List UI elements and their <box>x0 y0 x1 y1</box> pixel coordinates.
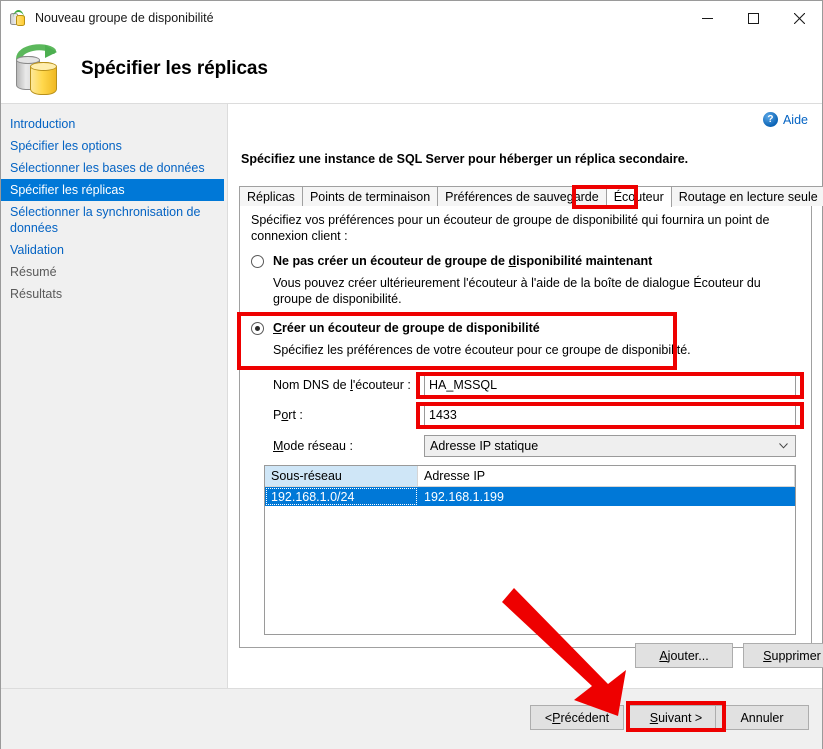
instruction-text: Spécifiez une instance de SQL Server pou… <box>241 152 688 166</box>
sidebar-item-specifier-replicas[interactable]: Spécifier les réplicas <box>1 179 224 201</box>
remove-button[interactable]: Supprimer <box>743 643 823 668</box>
add-button[interactable]: Ajouter... <box>635 643 733 668</box>
help-label: Aide <box>783 113 808 127</box>
page-header: Spécifier les réplicas <box>1 35 822 104</box>
previous-button[interactable]: < Précédent <box>530 705 624 730</box>
sidebar-item-resultats: Résultats <box>1 283 224 305</box>
table-row[interactable]: 192.168.1.0/24 192.168.1.199 <box>265 487 795 506</box>
minimize-button[interactable] <box>684 1 730 35</box>
sidebar-item-introduction[interactable]: Introduction <box>1 113 224 135</box>
wizard-footer: < Précédent Suivant > Annuler <box>1 688 822 749</box>
cell-sous-reseau: 192.168.1.0/24 <box>265 487 418 506</box>
listener-ip-table[interactable]: Sous-réseau Adresse IP 192.168.1.0/24 19… <box>264 465 796 635</box>
page-title: Spécifier les réplicas <box>81 58 268 80</box>
database-sync-icon <box>11 43 65 95</box>
sidebar-item-synchronisation-donnees[interactable]: Sélectionner la synchronisation de donné… <box>1 201 224 239</box>
network-mode-select[interactable]: Adresse IP statique <box>424 435 796 457</box>
wizard-window: Nouveau groupe de disponibilité Spécifie… <box>0 0 823 749</box>
sidebar-item-specifier-options[interactable]: Spécifier les options <box>1 135 224 157</box>
tab-strip: Réplicas Points de terminaison Préférenc… <box>239 186 812 207</box>
tab-routage-en-lecture-seule[interactable]: Routage en lecture seule <box>671 186 823 206</box>
radio-no-listener[interactable]: Ne pas créer un écouteur de groupe de di… <box>251 254 652 268</box>
title-bar: Nouveau groupe de disponibilité <box>1 1 822 35</box>
network-mode-value: Adresse IP statique <box>430 439 538 453</box>
radio-no-listener-dot <box>251 255 264 268</box>
chevron-down-icon <box>779 443 788 449</box>
maximize-button[interactable] <box>730 1 776 35</box>
sidebar-item-validation[interactable]: Validation <box>1 239 224 261</box>
help-circle-icon: ? <box>763 112 778 127</box>
port-label: Port : <box>273 408 303 422</box>
help-link[interactable]: ? Aide <box>763 112 808 127</box>
radio-create-listener-label: Créer un écouteur de groupe de disponibi… <box>273 321 540 335</box>
window-controls <box>684 1 822 35</box>
panel-description: Spécifiez vos préférences pour un écoute… <box>251 212 796 244</box>
sidebar-item-selectionner-bases[interactable]: Sélectionner les bases de données <box>1 157 224 179</box>
main-content: ? Aide Spécifiez une instance de SQL Ser… <box>229 104 822 688</box>
column-header-adresse-ip[interactable]: Adresse IP <box>418 466 795 486</box>
tab-preferences-de-sauvegarde[interactable]: Préférences de sauvegarde <box>437 186 607 206</box>
radio-create-listener[interactable]: Créer un écouteur de groupe de disponibi… <box>251 321 540 335</box>
port-input[interactable]: 1433 <box>424 404 796 426</box>
next-button[interactable]: Suivant > <box>629 705 723 730</box>
dns-label: Nom DNS de l'écouteur : <box>273 378 411 392</box>
tab-points-de-terminaison[interactable]: Points de terminaison <box>302 186 438 206</box>
ecouteur-tab-panel: Spécifiez vos préférences pour un écoute… <box>239 206 812 648</box>
tab-replicas[interactable]: Réplicas <box>239 186 303 206</box>
radio-no-listener-description: Vous pouvez créer ultérieurement l'écout… <box>273 275 793 307</box>
column-header-sous-reseau[interactable]: Sous-réseau <box>265 466 418 486</box>
radio-no-listener-label: Ne pas créer un écouteur de groupe de di… <box>273 254 652 268</box>
table-header-row: Sous-réseau Adresse IP <box>265 466 795 487</box>
cell-adresse-ip: 192.168.1.199 <box>418 487 795 506</box>
window-title: Nouveau groupe de disponibilité <box>35 11 214 25</box>
close-button[interactable] <box>776 1 822 35</box>
wizard-steps-sidebar: Introduction Spécifier les options Sélec… <box>1 104 228 688</box>
dns-input[interactable]: HA_MSSQL <box>424 374 796 396</box>
radio-create-listener-description: Spécifiez les préférences de votre écout… <box>273 342 793 358</box>
window-icon <box>10 10 27 27</box>
cancel-button[interactable]: Annuler <box>715 705 809 730</box>
network-mode-label: Mode réseau : <box>273 439 353 453</box>
sidebar-item-resume: Résumé <box>1 261 224 283</box>
tab-ecouteur[interactable]: Écouteur <box>606 186 672 207</box>
radio-create-listener-dot <box>251 322 264 335</box>
